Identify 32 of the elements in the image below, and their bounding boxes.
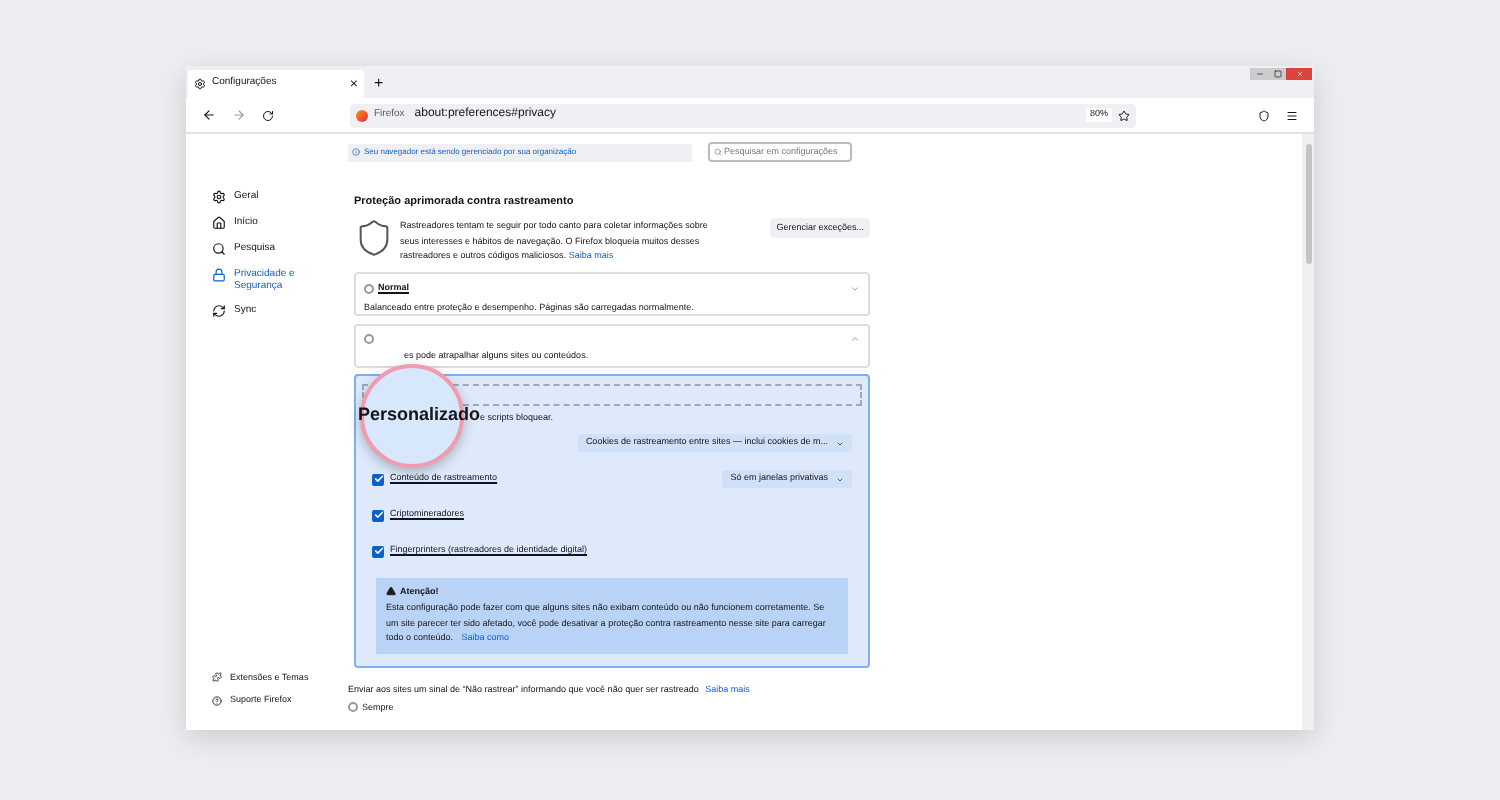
custom-option-card[interactable] xyxy=(354,373,870,668)
gear-icon xyxy=(212,190,226,204)
gear-icon xyxy=(194,78,206,90)
new-tab-button[interactable]: + xyxy=(374,76,384,92)
home-icon xyxy=(212,216,226,230)
checkbox[interactable] xyxy=(372,473,384,485)
warning-icon xyxy=(386,586,396,597)
checkbox[interactable] xyxy=(372,545,384,557)
close-window-button[interactable] xyxy=(1286,68,1312,80)
back-icon[interactable] xyxy=(202,108,216,122)
radio-button[interactable] xyxy=(364,333,374,344)
puzzle-icon xyxy=(212,672,222,683)
help-icon xyxy=(212,696,222,707)
info-icon xyxy=(352,148,360,156)
reload-icon[interactable] xyxy=(262,109,274,121)
menu-icon[interactable] xyxy=(1286,109,1298,121)
shield-icon xyxy=(354,218,394,259)
search-icon xyxy=(212,242,226,256)
bookmark-star-icon[interactable] xyxy=(1118,109,1130,121)
maximize-button[interactable] xyxy=(1268,68,1286,80)
radio-button[interactable] xyxy=(348,702,358,713)
maximize-icon xyxy=(1273,70,1281,78)
shield-icon[interactable] xyxy=(1258,109,1270,121)
magnified-label: Personalizado xyxy=(358,402,481,429)
forward-icon[interactable] xyxy=(232,108,246,122)
radio-button[interactable] xyxy=(364,283,374,294)
browser-logo-icon xyxy=(356,109,368,121)
lock-icon xyxy=(212,268,226,282)
search-icon xyxy=(714,148,722,156)
sync-icon xyxy=(212,304,226,318)
minimize-icon xyxy=(1255,70,1263,78)
checkbox[interactable] xyxy=(372,509,384,521)
